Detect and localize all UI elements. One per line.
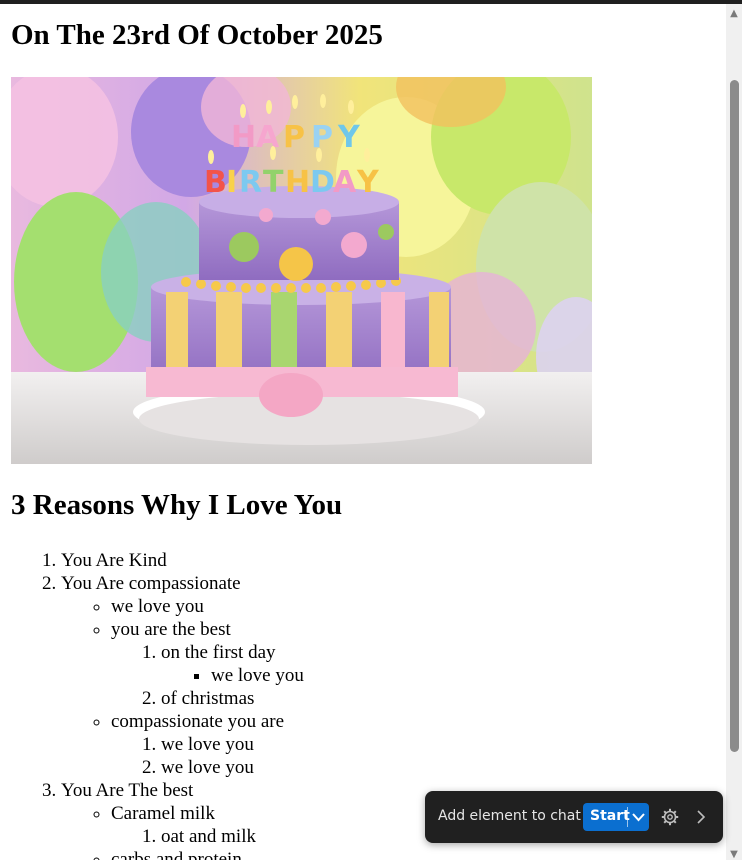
svg-text:B: B: [204, 165, 227, 200]
list-item: Caramel milk oat and milk: [111, 802, 304, 848]
svg-text:Y: Y: [337, 120, 361, 155]
svg-text:R: R: [239, 165, 262, 200]
svg-text:P: P: [311, 120, 333, 155]
add-element-label: Add element to chat: [438, 808, 581, 824]
svg-text:T: T: [263, 165, 284, 200]
svg-text:H: H: [231, 120, 256, 155]
svg-text:P: P: [283, 120, 305, 155]
list-item: compassionate you are we love you we lov…: [111, 710, 304, 779]
reasons-list: You Are Kind You Are compassionate we lo…: [0, 549, 304, 860]
gear-icon[interactable]: [661, 808, 679, 826]
add-element-toolbar: Add element to chat Start: [425, 791, 723, 843]
svg-text:A: A: [256, 120, 280, 155]
chevron-right-icon[interactable]: [695, 809, 707, 825]
list-item: carbs and protein: [111, 848, 304, 860]
svg-text:H: H: [285, 165, 310, 200]
page-title: On The 23rd Of October 2025: [11, 19, 383, 51]
start-label: Start: [590, 808, 630, 824]
list-item: oat and milk: [161, 825, 304, 848]
chevron-down-icon[interactable]: [628, 803, 649, 831]
section-heading: 3 Reasons Why I Love You: [11, 489, 343, 521]
vertical-scrollbar[interactable]: ▲ ▼: [726, 4, 742, 860]
list-item: we love you: [211, 664, 304, 687]
svg-text:A: A: [333, 165, 357, 200]
birthday-cake-image: H A P P Y B I R T H D A Y: [11, 77, 592, 464]
list-item: you are the best on the first day we lov…: [111, 618, 304, 710]
scrollbar-thumb[interactable]: [730, 80, 739, 752]
list-item: we love you: [161, 733, 304, 756]
scroll-up-arrow-icon[interactable]: ▲: [726, 6, 742, 22]
svg-text:D: D: [310, 165, 335, 200]
svg-text:I: I: [226, 165, 237, 200]
scroll-down-arrow-icon[interactable]: ▼: [726, 847, 742, 860]
list-item: You Are Kind: [61, 549, 304, 572]
start-button[interactable]: Start: [583, 803, 649, 831]
list-item: You Are The best Caramel milk oat and mi…: [61, 779, 304, 860]
page-content: On The 23rd Of October 2025 H A P P Y B …: [0, 4, 726, 860]
list-item: You Are compassionate we love you you ar…: [61, 572, 304, 779]
list-item: we love you: [111, 595, 304, 618]
list-item: on the first day we love you: [161, 641, 304, 687]
list-item: of christmas: [161, 687, 304, 710]
svg-text:Y: Y: [356, 165, 380, 200]
list-item: we love you: [161, 756, 304, 779]
